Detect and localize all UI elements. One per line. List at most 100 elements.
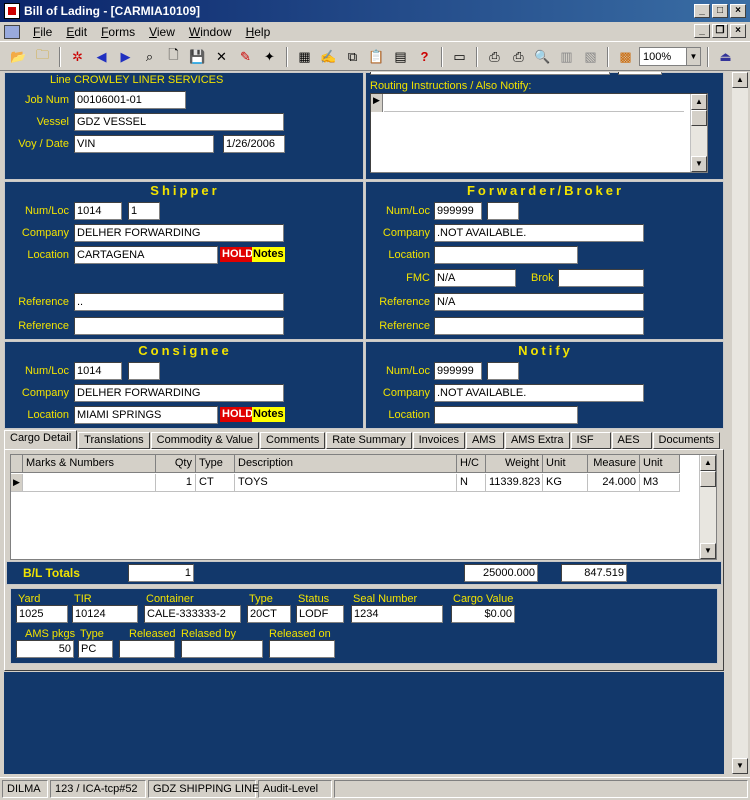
delete-icon[interactable]: ✕ xyxy=(211,46,232,67)
upper-field-1[interactable] xyxy=(370,72,610,75)
paste-icon[interactable]: 📋 xyxy=(366,46,387,67)
scroll-up-icon[interactable]: ▲ xyxy=(700,455,716,471)
print-setup-icon[interactable]: ⎙ xyxy=(508,46,529,67)
id-card-icon[interactable]: ▭ xyxy=(449,46,470,67)
released-on-field[interactable] xyxy=(269,640,335,658)
forwarder-reference-field-2[interactable] xyxy=(434,317,644,335)
zoom-select[interactable]: 100% ▼ xyxy=(639,47,701,66)
notify-num-field[interactable]: 999999 xyxy=(434,362,482,380)
menu-window[interactable]: Window xyxy=(182,25,239,39)
cell-weight-unit[interactable]: KG xyxy=(543,474,588,492)
tab-commodity-value[interactable]: Commodity & Value xyxy=(150,432,260,449)
job-num-field[interactable]: 00106001-01 xyxy=(74,91,186,109)
notify-loc-field[interactable] xyxy=(487,362,519,380)
released-field[interactable] xyxy=(119,640,175,658)
routing-scrollbar[interactable]: ▲ ▼ xyxy=(690,94,707,172)
voyage-field[interactable]: VIN xyxy=(74,135,214,153)
document-icon[interactable] xyxy=(4,24,20,39)
col-measure[interactable]: Measure xyxy=(588,455,640,473)
report-icon[interactable]: ▧ xyxy=(580,46,601,67)
col-weight[interactable]: Weight xyxy=(486,455,543,473)
col-measure-unit[interactable]: Unit xyxy=(640,455,680,473)
cell-description[interactable]: TOYS xyxy=(235,474,457,492)
cargo-value-field[interactable]: $0.00 xyxy=(451,605,515,623)
col-marks[interactable]: Marks & Numbers xyxy=(23,455,156,473)
tab-rate-summary[interactable]: Rate Summary xyxy=(326,432,412,449)
shipper-notes-badge[interactable]: Notes xyxy=(252,247,285,262)
brok-field[interactable] xyxy=(558,269,644,287)
export-icon[interactable]: ▥ xyxy=(556,46,577,67)
mdi-minimize-button[interactable]: _ xyxy=(694,24,710,38)
tab-ams[interactable]: AMS xyxy=(465,432,504,449)
cell-measure-unit[interactable]: M3 xyxy=(640,474,680,492)
binoculars-icon[interactable]: ⌕ xyxy=(139,46,160,67)
refresh-icon[interactable]: ✲ xyxy=(67,46,88,67)
menu-file[interactable]: File xyxy=(26,25,59,39)
shipper-hold-badge[interactable]: HOLD xyxy=(220,247,256,262)
menu-forms[interactable]: Forms xyxy=(94,25,142,39)
consignee-hold-badge[interactable]: HOLD xyxy=(220,407,256,422)
released-by-field[interactable] xyxy=(181,640,263,658)
consignee-loc-field[interactable] xyxy=(128,362,160,380)
calculator-icon[interactable]: ▦ xyxy=(294,46,315,67)
shipper-location-field[interactable]: CARTAGENA xyxy=(74,246,218,264)
ams-pkgs-field[interactable]: 50 xyxy=(16,640,74,658)
yard-field[interactable]: 1025 xyxy=(16,605,68,623)
seal-field[interactable]: 1234 xyxy=(351,605,443,623)
print-preview-icon[interactable]: 🔍 xyxy=(532,46,553,67)
consignee-company-field[interactable]: DELHER FORWARDING xyxy=(74,384,284,402)
wizard-icon[interactable]: ✦ xyxy=(259,46,280,67)
forwarder-num-field[interactable]: 999999 xyxy=(434,202,482,220)
consignee-location-field[interactable]: MIAMI SPRINGS xyxy=(74,406,218,424)
cell-measure[interactable]: 24.000 xyxy=(588,474,640,492)
scroll-up-icon[interactable]: ▲ xyxy=(732,72,748,88)
tab-isf[interactable]: ISF xyxy=(570,432,611,449)
tab-invoices[interactable]: Invoices xyxy=(412,432,465,449)
package-type-field[interactable]: PC xyxy=(78,640,113,658)
help-icon[interactable]: ? xyxy=(414,46,435,67)
minimize-button[interactable]: _ xyxy=(694,4,710,18)
shipper-loc-field[interactable]: 1 xyxy=(128,202,160,220)
col-description[interactable]: Description xyxy=(235,455,457,473)
sign-icon[interactable]: ✍ xyxy=(318,46,339,67)
edit-icon[interactable]: ✎ xyxy=(235,46,256,67)
tab-ams-extra[interactable]: AMS Extra xyxy=(504,432,570,449)
menu-help[interactable]: Help xyxy=(239,25,278,39)
consignee-num-field[interactable]: 1014 xyxy=(74,362,122,380)
folder-icon[interactable]: 🗀 xyxy=(32,46,53,67)
forwarder-loc-field[interactable] xyxy=(487,202,519,220)
scroll-down-icon[interactable]: ▼ xyxy=(700,543,716,559)
copy-icon[interactable]: ⧉ xyxy=(342,46,363,67)
vessel-field[interactable]: GDZ VESSEL xyxy=(74,113,284,131)
cell-marks[interactable] xyxy=(23,474,156,492)
tab-translations[interactable]: Translations xyxy=(78,432,150,449)
color-grid-icon[interactable]: ▩ xyxy=(615,46,636,67)
close-button[interactable]: × xyxy=(730,4,746,18)
col-type[interactable]: Type xyxy=(196,455,235,473)
scroll-down-icon[interactable]: ▼ xyxy=(732,758,748,774)
container-field[interactable]: CALE-333333-2 xyxy=(144,605,241,623)
menu-view[interactable]: View xyxy=(142,25,182,39)
save-icon[interactable]: 💾 xyxy=(187,46,208,67)
date-field[interactable]: 1/26/2006 xyxy=(223,135,285,153)
new-document-icon[interactable]: 🗋 xyxy=(163,46,184,67)
cell-hc[interactable]: N xyxy=(457,474,486,492)
back-arrow-icon[interactable]: ◀ xyxy=(91,46,112,67)
forwarder-reference-field-1[interactable]: N/A xyxy=(434,293,644,311)
shipper-reference-field-2[interactable] xyxy=(74,317,284,335)
scroll-thumb[interactable] xyxy=(691,110,707,126)
exit-icon[interactable]: ⏏ xyxy=(715,46,736,67)
container-type-field[interactable]: 20CT xyxy=(247,605,291,623)
scroll-thumb[interactable] xyxy=(700,471,716,487)
mdi-close-button[interactable]: × xyxy=(730,24,746,38)
cargo-grid-scrollbar[interactable]: ▲ ▼ xyxy=(699,455,716,559)
cell-weight[interactable]: 11339.823 xyxy=(486,474,543,492)
col-hc[interactable]: H/C xyxy=(457,455,486,473)
tab-comments[interactable]: Comments xyxy=(260,432,326,449)
maximize-button[interactable]: □ xyxy=(712,4,728,18)
shipper-company-field[interactable]: DELHER FORWARDING xyxy=(74,224,284,242)
scroll-up-icon[interactable]: ▲ xyxy=(691,94,707,110)
col-weight-unit[interactable]: Unit xyxy=(543,455,588,473)
forward-arrow-icon[interactable]: ▶ xyxy=(115,46,136,67)
status-field[interactable]: LODF xyxy=(296,605,344,623)
